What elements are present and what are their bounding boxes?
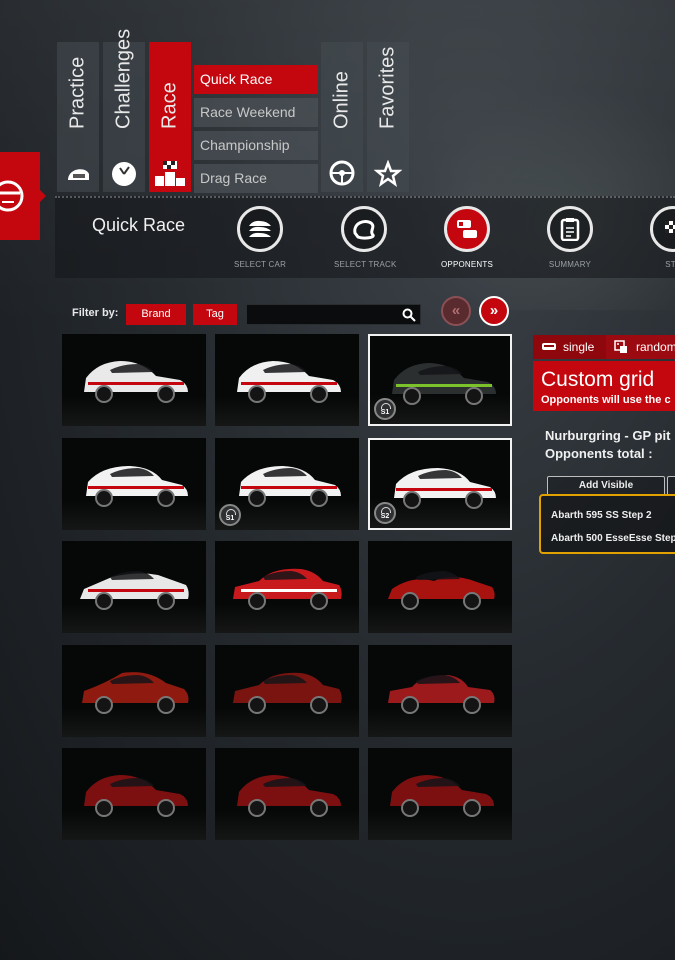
car-image xyxy=(388,571,495,610)
track-name: Nurburgring - GP pit xyxy=(545,428,671,443)
tab-race-label: Race xyxy=(158,82,181,129)
submenu-race-weekend[interactable]: Race Weekend xyxy=(194,98,318,127)
car-image xyxy=(80,571,189,610)
car-image xyxy=(237,361,341,403)
mode-badge xyxy=(0,152,46,240)
step-select-car[interactable]: SELECT CAR xyxy=(230,206,290,269)
car-tile[interactable] xyxy=(62,437,206,530)
step-select-car-label: SELECT CAR xyxy=(233,260,287,269)
step-start[interactable]: STA xyxy=(643,206,675,269)
filter-label: Filter by: xyxy=(72,307,119,319)
search-input[interactable] xyxy=(246,304,421,325)
tab-challenges[interactable]: Challenges xyxy=(103,29,145,192)
car-tile[interactable] xyxy=(215,334,359,426)
car-tile[interactable] xyxy=(215,541,359,633)
next-page-button[interactable]: » xyxy=(479,296,509,326)
stage-badge-icon: S2 xyxy=(374,501,396,524)
podium-flag-icon xyxy=(155,161,185,186)
tab-favorites-label: Favorites xyxy=(376,46,399,129)
cars-icon xyxy=(237,206,283,252)
step-opponents-label: OPPONENTS xyxy=(440,260,494,269)
car-image xyxy=(82,671,189,714)
car-image xyxy=(233,568,342,610)
custom-grid-subtitle: Opponents will use the c xyxy=(541,394,671,406)
mode-single-tab[interactable]: single xyxy=(533,335,606,359)
tab-race[interactable]: Race xyxy=(149,42,191,192)
step-summary[interactable]: SUMMARY xyxy=(540,206,600,269)
step-select-track-label: SELECT TRACK xyxy=(334,260,397,269)
car-image xyxy=(86,465,188,507)
car-image xyxy=(390,775,494,817)
search-icon xyxy=(402,308,416,322)
step-opponents[interactable]: OPPONENTS xyxy=(437,206,497,269)
car-tile[interactable] xyxy=(215,748,359,840)
submenu-quick-race[interactable]: Quick Race xyxy=(194,65,318,94)
car-image xyxy=(84,361,188,403)
track-icon xyxy=(341,206,387,252)
car-icon xyxy=(542,343,556,350)
car-tile[interactable] xyxy=(62,541,206,633)
submenu-drag-race[interactable]: Drag Race xyxy=(194,164,318,193)
car-tile[interactable] xyxy=(368,644,512,737)
opponent-item[interactable]: Abarth 500 EsseEsse Step1 xyxy=(551,533,675,544)
car-tile[interactable]: S2 xyxy=(368,437,512,530)
car-image xyxy=(233,672,342,714)
car-tile[interactable]: S1 xyxy=(368,334,512,426)
car-image xyxy=(392,363,496,405)
stopwatch-icon xyxy=(112,162,136,186)
car-image xyxy=(239,465,341,507)
tab-online[interactable]: Online xyxy=(321,42,363,192)
car-tile[interactable] xyxy=(62,334,206,426)
car-image xyxy=(394,467,496,509)
step-start-label: STA xyxy=(665,260,675,269)
mode-single-label: single xyxy=(563,340,595,354)
opponent-item[interactable]: Abarth 595 SS Step 2 xyxy=(551,510,652,521)
tab-favorites[interactable]: Favorites xyxy=(367,42,409,192)
tab-online-label: Online xyxy=(330,71,353,129)
opponents-total-label: Opponents total : xyxy=(545,446,653,461)
filter-tag-button[interactable]: Tag xyxy=(193,304,237,325)
steering-wheel-small-icon xyxy=(329,160,355,186)
car-image xyxy=(84,775,188,817)
car-tile[interactable] xyxy=(368,748,512,840)
car-tile[interactable] xyxy=(62,644,206,737)
dice-icon xyxy=(614,340,627,353)
car-tile[interactable] xyxy=(368,541,512,633)
opponents-icon xyxy=(444,206,490,252)
step-bar-title: Quick Race xyxy=(92,215,186,235)
helmet-icon xyxy=(68,169,89,180)
stage-badge-icon: S1 xyxy=(219,503,241,526)
tab-challenges-label: Challenges xyxy=(112,28,135,129)
car-image xyxy=(388,674,495,714)
checkered-flag-icon xyxy=(650,206,675,252)
step-summary-label: SUMMARY xyxy=(548,260,592,269)
tab-practice[interactable]: Practice xyxy=(57,42,99,192)
submenu-championship[interactable]: Championship xyxy=(194,131,318,160)
custom-grid-title: Custom grid xyxy=(541,368,655,391)
steering-wheel-icon xyxy=(0,180,24,212)
stage-badge-icon: S1 xyxy=(374,398,396,420)
step-select-track[interactable]: SELECT TRACK xyxy=(334,206,397,269)
car-tile[interactable] xyxy=(215,644,359,737)
opponents-list: Abarth 595 SS Step 2 Abarth 500 EsseEsse… xyxy=(539,494,675,554)
badge-arrow xyxy=(40,190,46,202)
car-image xyxy=(237,775,341,817)
filter-brand-button[interactable]: Brand xyxy=(126,304,186,325)
tab-practice-label: Practice xyxy=(66,56,89,129)
mode-random-label: random xyxy=(636,340,675,354)
car-tile[interactable]: S1 xyxy=(215,437,359,530)
car-tile[interactable] xyxy=(62,748,206,840)
previous-page-button[interactable]: « xyxy=(441,296,471,326)
add-all-button[interactable] xyxy=(667,476,675,496)
clipboard-icon xyxy=(547,206,593,252)
add-visible-button[interactable]: Add Visible xyxy=(547,476,665,496)
star-icon xyxy=(374,160,402,187)
mode-random-tab[interactable]: random xyxy=(606,335,675,359)
